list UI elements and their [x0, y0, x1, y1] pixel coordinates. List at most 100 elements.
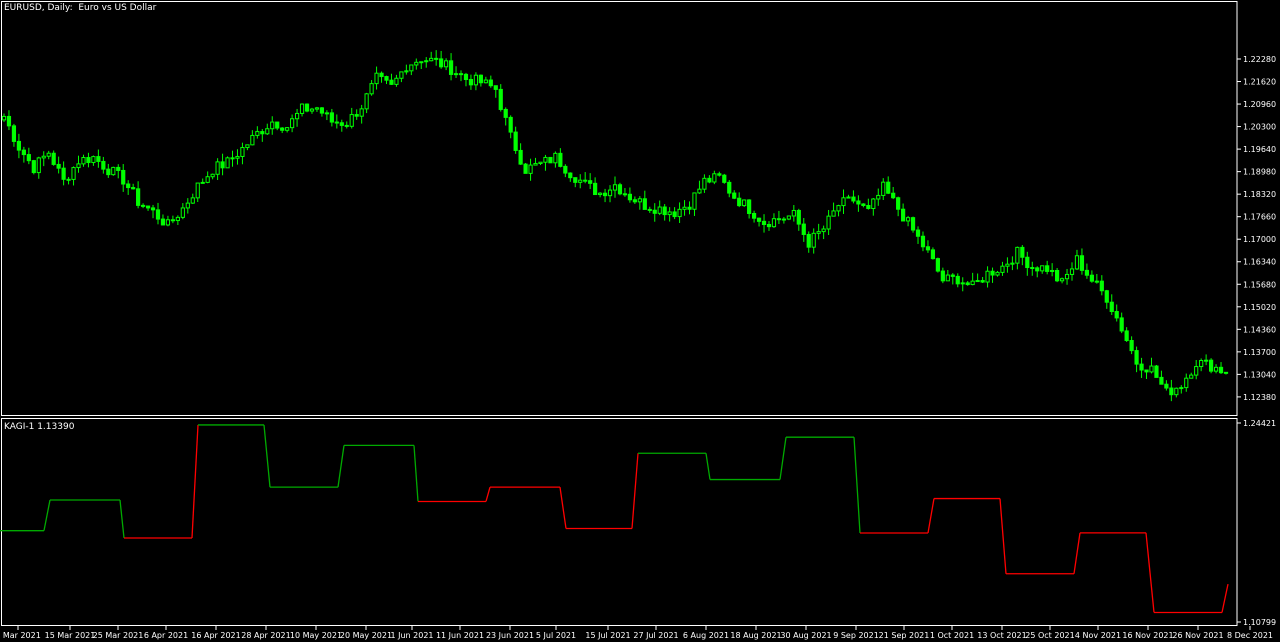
candle-body [975, 280, 980, 283]
candle-body [468, 79, 474, 86]
kagi-segment [191, 424, 199, 539]
candle [1184, 373, 1189, 392]
candle [304, 103, 310, 113]
candle-body [453, 73, 459, 76]
candle [1129, 336, 1134, 355]
candle-body [1104, 290, 1109, 303]
candle-body [841, 197, 846, 207]
candle [96, 149, 101, 168]
candle-body [339, 122, 344, 126]
candle-body [439, 58, 444, 68]
candle [165, 215, 171, 227]
candle [394, 74, 399, 87]
price-tick-label: 1.19640 [1243, 145, 1276, 154]
candle [16, 133, 22, 159]
candle-body [632, 199, 637, 203]
candle-body [955, 275, 960, 285]
candle [915, 226, 921, 244]
candle-body [1144, 369, 1149, 373]
candle-body [801, 223, 806, 235]
candle [891, 186, 896, 200]
candle-body [21, 149, 26, 156]
time-tick-label: 15 Mar 2021 [45, 631, 96, 640]
price-tick-label: 1.17000 [1243, 235, 1276, 244]
candle [508, 115, 513, 139]
kagi-segment [337, 445, 345, 488]
indicator-tick-label: 1.24421 [1243, 419, 1276, 428]
time-tick-label: 16 Nov 2021 [1122, 631, 1173, 640]
candle-body [140, 204, 146, 207]
candle-body [612, 184, 618, 191]
candle [364, 92, 369, 114]
candle [86, 152, 91, 168]
candle [344, 121, 349, 129]
candle-body [11, 125, 17, 142]
candle [160, 214, 166, 226]
candle-body [761, 220, 767, 225]
time-tick-label: 16 Apr 2021 [191, 631, 240, 640]
candle [66, 176, 71, 185]
time-tick-label: 18 Aug 2021 [730, 631, 781, 640]
candle-body [553, 152, 558, 164]
candle [116, 164, 121, 179]
time-tick-label: 3 Mar 2021 [0, 631, 41, 640]
candle [126, 180, 131, 195]
candle [225, 156, 230, 169]
candle-body [766, 223, 772, 228]
price-tick-label: 1.13040 [1243, 370, 1276, 379]
candle [145, 205, 151, 211]
candle-body [434, 57, 439, 60]
candle-body [528, 164, 533, 174]
candle [712, 170, 717, 185]
candle-body [16, 140, 22, 151]
price-tick-label: 1.21620 [1243, 78, 1276, 87]
candle [607, 185, 613, 203]
price-tick-label: 1.18320 [1243, 190, 1276, 199]
price-axis: 1.22280 1.21620 1.20960 1.20300 1.19640 1.189… [1237, 55, 1276, 402]
candle-body [399, 71, 404, 79]
candle-body [200, 181, 205, 184]
time-tick-label: 21 Sep 2021 [879, 631, 930, 640]
candle [56, 156, 61, 174]
candle-body [384, 76, 389, 81]
candle [543, 154, 548, 171]
candle [672, 207, 677, 220]
candle-body [846, 196, 851, 199]
candle [205, 171, 210, 184]
candle-body [891, 192, 896, 199]
candle-body [290, 118, 295, 129]
candle [324, 110, 329, 121]
candle-body [920, 235, 926, 248]
candle-body [1164, 383, 1169, 389]
candle-body [856, 200, 861, 205]
candle [1064, 268, 1070, 285]
candle [821, 225, 826, 240]
candle-body [270, 121, 275, 130]
candle-body [727, 181, 732, 194]
candle [756, 217, 762, 227]
candle [354, 109, 359, 120]
candle-body [1059, 278, 1065, 282]
candle [905, 215, 911, 227]
price-pane-frame [1, 1, 1238, 416]
candle [896, 196, 901, 217]
candle [21, 146, 26, 163]
candle-body [901, 208, 906, 222]
kagi-segment [413, 445, 419, 502]
price-tick-label: 1.22280 [1243, 55, 1276, 64]
candle [637, 196, 642, 210]
candle-body [1020, 246, 1025, 258]
candle-body [394, 77, 399, 85]
candle [458, 70, 464, 82]
candle-body [816, 231, 821, 234]
kagi-segment [559, 487, 567, 529]
candle [1079, 248, 1085, 275]
price-tick-label: 1.14360 [1243, 325, 1276, 334]
candle-body [990, 270, 995, 276]
time-tick-label: 8 Dec 2021 [1227, 631, 1273, 640]
candle [155, 202, 161, 225]
candle-body [1045, 265, 1050, 272]
candle-body [349, 114, 354, 127]
candle [533, 157, 538, 166]
candle [617, 182, 623, 196]
